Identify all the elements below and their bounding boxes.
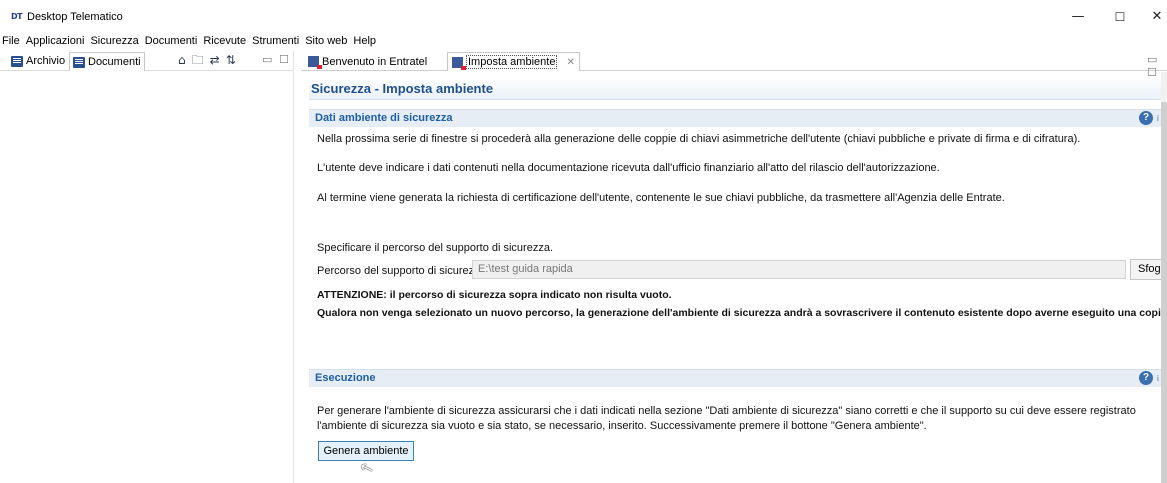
menu-ricevute[interactable]: Ricevute bbox=[200, 34, 249, 49]
tab-archivio[interactable]: Archivio bbox=[8, 52, 68, 70]
home-icon[interactable]: ⌂ bbox=[178, 53, 186, 67]
intro-text-3: Al termine viene generata la richiesta d… bbox=[317, 192, 1005, 204]
menu-sicurezza[interactable]: Sicurezza bbox=[87, 34, 141, 49]
vertical-scrollbar[interactable] bbox=[1161, 72, 1167, 483]
sync-icon[interactable]: ⇄ bbox=[210, 53, 220, 67]
pane-splitter[interactable] bbox=[293, 50, 301, 483]
folder-icon[interactable]: 🗀 bbox=[192, 53, 204, 67]
instructions-line-1: Per generare l'ambiente di sicurezza ass… bbox=[317, 405, 1136, 417]
section-dati-ambiente: Dati ambiente di sicurezza ? i bbox=[309, 109, 1167, 127]
warning-text-1: ATTENZIONE: il percorso di sicurezza sop… bbox=[317, 289, 672, 301]
intro-text-2: L'utente deve indicare i dati contenuti … bbox=[317, 162, 940, 174]
minimize-button[interactable]: — bbox=[1058, 6, 1098, 28]
menu-sito-web[interactable]: Sito web bbox=[302, 34, 350, 49]
help-suffix: i bbox=[1157, 374, 1159, 383]
entratel-icon bbox=[308, 56, 322, 69]
menu-help[interactable]: Help bbox=[350, 34, 379, 49]
menu-applicazioni[interactable]: Applicazioni bbox=[23, 34, 88, 49]
specify-path-text: Specificare il percorso del supporto di … bbox=[317, 242, 554, 254]
instructions-line-2: l'ambiente di sicurezza sia vuoto e sia … bbox=[317, 420, 927, 432]
tab-benvenuto-label: Benvenuto in Entratel bbox=[322, 55, 428, 68]
close-button[interactable]: ✕ bbox=[1137, 6, 1167, 28]
tab-benvenuto[interactable]: Benvenuto in Entratel bbox=[304, 52, 431, 71]
sort-icon[interactable]: ⇅ bbox=[226, 53, 236, 67]
menu-file[interactable]: File bbox=[0, 34, 23, 49]
help-icon[interactable]: ? bbox=[1139, 111, 1153, 125]
section-title: Dati ambiente di sicurezza bbox=[315, 112, 453, 124]
section-esecuzione: Esecuzione ? i bbox=[309, 369, 1167, 387]
scrollbar-thumb[interactable] bbox=[1161, 102, 1167, 483]
title-bar: DT Desktop Telematico — ☐ ✕ bbox=[0, 0, 1167, 34]
left-minimize-icon[interactable]: ▭ bbox=[262, 53, 272, 66]
tab-archivio-label: Archivio bbox=[26, 55, 66, 67]
form-header: Sicurezza - Imposta ambiente bbox=[309, 78, 1167, 100]
intro-text-1: Nella prossima serie di finestre si proc… bbox=[317, 133, 1081, 145]
archive-icon bbox=[11, 55, 23, 67]
path-field[interactable]: E:\test guida rapida bbox=[472, 260, 1126, 279]
left-pane: Archivio Documenti ⌂ 🗀 ⇄ ⇅ ▭ ☐ bbox=[0, 50, 293, 483]
app-logo-icon: DT bbox=[11, 12, 23, 21]
menu-documenti[interactable]: Documenti bbox=[142, 34, 201, 49]
entratel-icon bbox=[452, 56, 466, 70]
page-title: Sicurezza - Imposta ambiente bbox=[311, 81, 494, 96]
editor-pane: Benvenuto in Entratel Imposta ambiente ✕… bbox=[301, 50, 1167, 483]
section-title: Esecuzione bbox=[315, 372, 376, 384]
left-toolbar: ⌂ 🗀 ⇄ ⇅ bbox=[178, 53, 236, 67]
tab-documenti-label: Documenti bbox=[88, 56, 141, 68]
maximize-button[interactable]: ☐ bbox=[1100, 6, 1140, 28]
left-maximize-icon[interactable]: ☐ bbox=[279, 53, 289, 66]
tab-documenti[interactable]: Documenti bbox=[69, 52, 145, 71]
path-label: Percorso del supporto di sicurezza: bbox=[317, 265, 489, 277]
documents-icon bbox=[73, 56, 85, 68]
warning-text-2: Qualora non venga selezionato un nuovo p… bbox=[317, 307, 1167, 319]
menu-strumenti[interactable]: Strumenti bbox=[249, 34, 302, 49]
tab-imposta-ambiente[interactable]: Imposta ambiente ✕ bbox=[447, 52, 580, 71]
help-suffix: i bbox=[1157, 114, 1159, 123]
left-tab-bar: Archivio Documenti ⌂ 🗀 ⇄ ⇅ ▭ ☐ bbox=[0, 50, 293, 71]
window-title: Desktop Telematico bbox=[27, 11, 123, 23]
menu-bar: File Applicazioni Sicurezza Documenti Ri… bbox=[0, 34, 1167, 49]
help-icon[interactable]: ? bbox=[1139, 371, 1153, 385]
tab-imposta-ambiente-label: Imposta ambiente bbox=[466, 55, 558, 69]
editor-tab-bar: Benvenuto in Entratel Imposta ambiente ✕… bbox=[301, 50, 1167, 79]
close-tab-icon[interactable]: ✕ bbox=[566, 57, 574, 68]
